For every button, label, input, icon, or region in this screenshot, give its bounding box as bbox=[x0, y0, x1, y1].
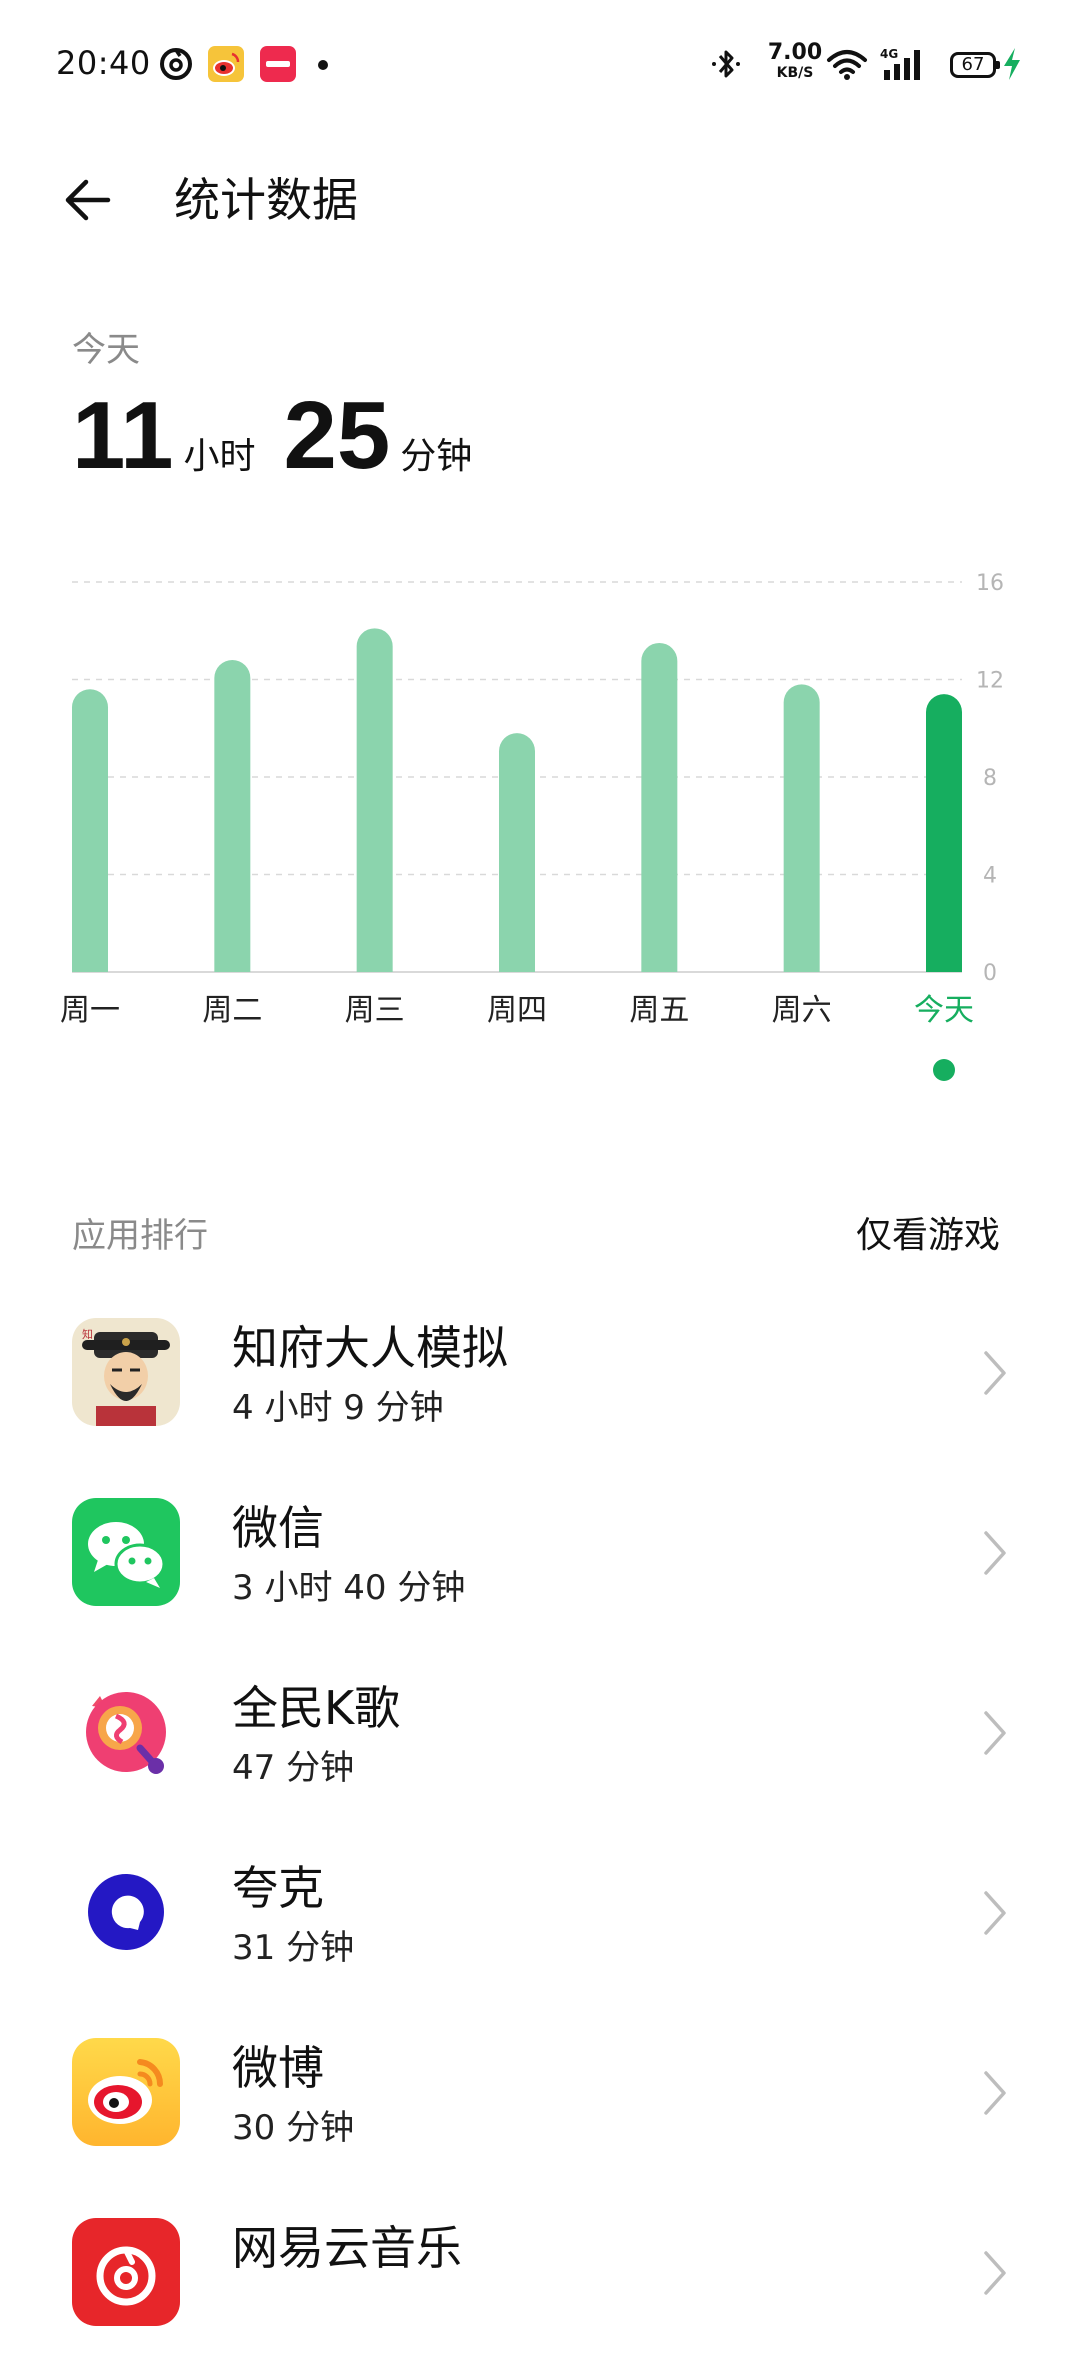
app-name: 网易云音乐 bbox=[232, 2221, 462, 2275]
x-tick-label[interactable]: 周一 bbox=[60, 993, 120, 1028]
app-name: 微博 bbox=[232, 2041, 324, 2095]
x-tick-label[interactable]: 周二 bbox=[202, 993, 262, 1028]
app-usage-time: 3 小时 40 分钟 bbox=[232, 1568, 466, 1608]
chevron-right-icon bbox=[984, 2071, 1006, 2115]
app-row-zhifu[interactable]: 知 知府大人模拟 4 小时 9 分钟 bbox=[0, 1290, 1080, 1470]
app-row-weibo[interactable]: 微博 30 分钟 bbox=[0, 2010, 1080, 2190]
back-button[interactable] bbox=[58, 170, 128, 230]
app-name: 全民K歌 bbox=[232, 1681, 401, 1735]
y-tick-label: 12 bbox=[976, 669, 1004, 694]
x-tick-label[interactable]: 周五 bbox=[629, 993, 689, 1028]
chevron-right-icon bbox=[984, 1351, 1006, 1395]
zhifu-game-icon: 知 bbox=[72, 1318, 180, 1426]
weibo-icon bbox=[208, 46, 244, 82]
app-usage-time: 31 分钟 bbox=[232, 1928, 355, 1968]
bluetooth-icon bbox=[712, 50, 740, 78]
app-name: 微信 bbox=[232, 1501, 324, 1555]
bar-1[interactable] bbox=[72, 689, 108, 972]
selected-day-indicator bbox=[933, 1059, 955, 1081]
games-only-filter[interactable]: 仅看游戏 bbox=[856, 1206, 1000, 1258]
wechat-icon bbox=[72, 1498, 180, 1606]
chevron-right-icon bbox=[984, 2251, 1006, 2295]
battery-indicator: 67 bbox=[950, 52, 1000, 78]
status-time: 20:40 bbox=[56, 44, 151, 82]
bar-4[interactable] bbox=[499, 733, 535, 972]
quark-icon bbox=[72, 1858, 180, 1966]
app-row-quark[interactable]: 夸克 31 分钟 bbox=[0, 1830, 1080, 2010]
x-tick-label[interactable]: 周六 bbox=[772, 993, 832, 1028]
svg-text:4G: 4G bbox=[880, 47, 898, 61]
network-speed: 7.00 KB/S bbox=[764, 40, 826, 81]
app-name: 夸克 bbox=[232, 1861, 324, 1915]
app-ranking-list: 知 知府大人模拟 4 小时 9 分钟 微信 3 小时 40 分钟 全民K歌 47… bbox=[0, 1290, 1080, 2370]
back-arrow-icon bbox=[65, 179, 111, 221]
charging-icon bbox=[1004, 48, 1020, 80]
y-tick-label: 4 bbox=[983, 864, 997, 889]
status-bar: 20:40 7.00 KB/S 4G 67 bbox=[0, 0, 1080, 130]
x-tick-label[interactable]: 周四 bbox=[487, 993, 547, 1028]
more-notifications-dot bbox=[318, 60, 328, 70]
bar-7[interactable] bbox=[926, 694, 962, 972]
app-name: 知府大人模拟 bbox=[232, 1321, 508, 1375]
bar-2[interactable] bbox=[214, 660, 251, 972]
usage-bar-chart: 0 4 8 12 16 周一 周二 周三 周四 周五 周六 今天 bbox=[60, 571, 1004, 1081]
quanmin-kge-icon bbox=[72, 1678, 180, 1786]
app-row-netease-music[interactable]: 网易云音乐 bbox=[0, 2190, 1080, 2370]
chevron-right-icon bbox=[984, 1711, 1006, 1755]
x-tick-label[interactable]: 今天 bbox=[914, 993, 974, 1028]
total-hours: 11 bbox=[72, 382, 174, 489]
total-usage-time: 11 小时 25 分钟 bbox=[72, 386, 500, 486]
wifi-icon bbox=[827, 50, 867, 80]
network-speed-unit: KB/S bbox=[776, 65, 814, 81]
signal-4g-icon: 4G bbox=[880, 47, 920, 80]
ranking-title: 应用排行 bbox=[72, 1216, 208, 1256]
app-usage-time: 30 分钟 bbox=[232, 2108, 355, 2148]
app-usage-time: 4 小时 9 分钟 bbox=[232, 1388, 444, 1428]
x-tick-label[interactable]: 周三 bbox=[345, 993, 405, 1028]
netease-music-icon bbox=[72, 2218, 180, 2326]
chevron-right-icon bbox=[984, 1891, 1006, 1935]
app-usage-time: 47 分钟 bbox=[232, 1748, 355, 1788]
bar-5[interactable] bbox=[641, 642, 678, 972]
y-tick-label: 0 bbox=[983, 961, 997, 986]
period-label: 今天 bbox=[72, 330, 140, 370]
hours-unit: 小时 bbox=[183, 436, 256, 477]
app-row-quanmin-kge[interactable]: 全民K歌 47 分钟 bbox=[0, 1650, 1080, 1830]
bar-6[interactable] bbox=[783, 684, 820, 972]
weibo-icon bbox=[72, 2038, 180, 2146]
bar-3[interactable] bbox=[356, 628, 393, 972]
svg-text:知: 知 bbox=[82, 1327, 93, 1341]
xiaohongshu-icon bbox=[260, 46, 296, 82]
minutes-unit: 分钟 bbox=[400, 436, 473, 477]
y-tick-label: 8 bbox=[983, 766, 997, 791]
app-row-wechat[interactable]: 微信 3 小时 40 分钟 bbox=[0, 1470, 1080, 1650]
page-title: 统计数据 bbox=[174, 173, 358, 227]
y-tick-label: 16 bbox=[976, 571, 1004, 596]
chevron-right-icon bbox=[984, 1531, 1006, 1575]
total-minutes: 25 bbox=[283, 382, 391, 489]
network-speed-value: 7.00 bbox=[767, 40, 823, 65]
netease-icon bbox=[160, 48, 192, 80]
